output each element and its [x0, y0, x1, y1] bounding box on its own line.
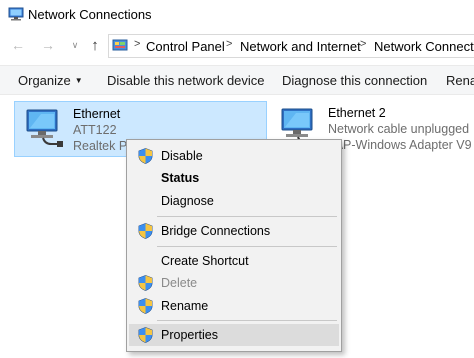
breadcrumb-network-and-internet[interactable]: Network and Internet: [240, 39, 361, 54]
menu-item-label: Bridge Connections: [161, 224, 271, 238]
uac-shield-icon: [138, 223, 153, 239]
title-bar: Network Connections: [0, 0, 474, 30]
breadcrumb-separator[interactable]: >: [360, 38, 366, 50]
menu-separator: [157, 320, 337, 321]
organize-button[interactable]: Organize ▼: [18, 73, 83, 88]
connection-status: ATT122: [73, 123, 117, 137]
breadcrumb-network-connections[interactable]: Network Connections: [374, 39, 474, 54]
menu-item-rename[interactable]: Rename: [129, 295, 339, 317]
diagnose-connection-button[interactable]: Diagnose this connection: [282, 73, 427, 88]
menu-item-label: Diagnose: [161, 194, 214, 208]
command-bar: Organize ▼ Disable this network device Di…: [0, 65, 474, 95]
breadcrumb-separator[interactable]: >: [134, 38, 140, 50]
menu-item-status[interactable]: Status: [129, 167, 339, 189]
breadcrumb-separator[interactable]: >: [226, 38, 232, 50]
navigation-bar: ← → ∨ ↑ > Control Panel > Network and In…: [0, 30, 474, 62]
menu-item-delete: Delete: [129, 272, 339, 294]
connection-name: Ethernet: [73, 107, 121, 121]
chevron-down-icon[interactable]: ∨: [66, 36, 84, 54]
connection-status: Network cable unplugged: [328, 122, 470, 136]
menu-item-label: Create Shortcut: [161, 254, 249, 268]
disable-device-button[interactable]: Disable this network device: [107, 73, 265, 88]
connection-name: Ethernet 2: [328, 106, 386, 120]
uac-shield-icon: [138, 327, 153, 343]
network-adapter-icon: [26, 109, 63, 147]
uac-shield-icon: [138, 148, 153, 164]
arrow-up-icon[interactable]: ↑: [86, 36, 104, 54]
menu-item-label: Rename: [161, 299, 209, 313]
network-connections-icon: [8, 7, 24, 21]
menu-item-bridge-connections[interactable]: Bridge Connections: [129, 220, 339, 242]
control-panel-icon: [112, 39, 128, 51]
menu-item-disable[interactable]: Disable: [129, 145, 339, 167]
menu-item-label: Disable: [161, 149, 203, 163]
uac-shield-icon: [138, 275, 153, 291]
rename-connection-button[interactable]: Rename this connection: [446, 73, 474, 88]
menu-separator: [157, 216, 337, 217]
menu-item-label: Status: [161, 171, 200, 185]
connection-adapter: TAP-Windows Adapter V9: [328, 138, 472, 152]
menu-item-diagnose[interactable]: Diagnose: [129, 190, 339, 212]
window-title: Network Connections: [28, 7, 152, 22]
menu-item-label: Properties: [161, 328, 218, 342]
arrow-left-icon[interactable]: ←: [9, 36, 27, 54]
context-menu: Disable Status Diagnose Bridge Connectio…: [126, 139, 342, 352]
menu-item-label: Delete: [161, 276, 198, 290]
caret-down-icon: ▼: [74, 76, 83, 85]
breadcrumb-control-panel[interactable]: Control Panel: [146, 39, 225, 54]
uac-shield-icon: [138, 298, 153, 314]
menu-item-properties[interactable]: Properties: [129, 324, 339, 346]
menu-item-create-shortcut[interactable]: Create Shortcut: [129, 250, 339, 272]
arrow-right-icon[interactable]: →: [39, 36, 57, 54]
address-bar[interactable]: > Control Panel > Network and Internet >…: [108, 34, 474, 58]
organize-label: Organize: [18, 73, 71, 88]
menu-separator: [157, 246, 337, 247]
